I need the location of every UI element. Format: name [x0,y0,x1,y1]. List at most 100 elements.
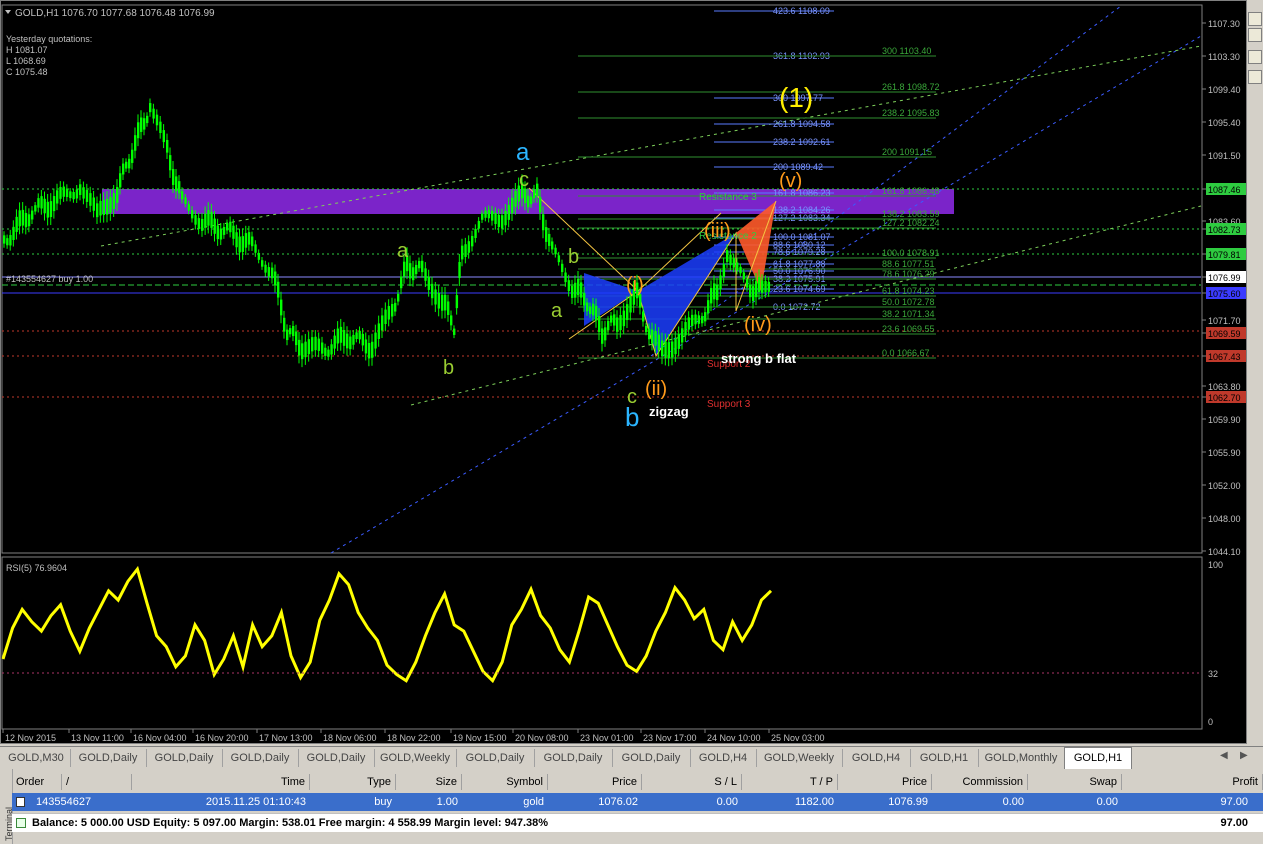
price-label: 1044.10 [1208,547,1241,557]
tab-gold-daily[interactable]: GOLD,Daily [534,749,613,767]
candle-body [548,233,551,246]
candle-body [24,212,28,228]
candle-body [137,122,140,139]
tab-gold-m30[interactable]: GOLD,M30 [2,749,71,767]
tabs-scroll-right-icon[interactable]: ▶ [1240,750,1248,761]
candle-body [336,328,340,344]
tab-gold-weekly[interactable]: GOLD,Weekly [756,749,843,767]
balance-row: Balance: 5 000.00 USD Equity: 5 097.00 M… [12,813,1263,832]
candle-body [324,347,327,356]
order-row[interactable]: 143554627 2015.11.25 01:10:43 buy 1.00 gold 1… [12,793,1263,811]
fib-blue-label: 423.6 1108.09 [773,6,830,16]
order-cell-size: 1.00 [436,796,458,808]
tab-gold-daily[interactable]: GOLD,Daily [298,749,375,767]
chart-menu-icon[interactable] [5,10,11,14]
candle-body [146,115,149,124]
price-chart[interactable]: 423.6 1108.09361.8 1102.93300 1097.77261… [1,1,1246,743]
column-header-2[interactable]: Time [132,774,310,790]
candle-body [421,260,424,273]
order-line-label[interactable]: #143554627 buy 1.00 [6,274,93,284]
candle-body [704,312,707,322]
fib-levels-blue: 423.6 1108.09361.8 1102.93300 1097.77261… [714,6,834,312]
candle-body [119,173,122,188]
candle-body [667,342,671,359]
candle-body [280,299,283,316]
tab-gold-daily[interactable]: GOLD,Daily [70,749,147,767]
fib-green-label: 38.2 1071.34 [882,309,935,319]
candle-body [607,320,610,331]
balance-text: Balance: 5 000.00 USD Equity: 5 097.00 M… [32,817,549,829]
tab-gold-h4[interactable]: GOLD,H4 [690,749,757,767]
order-cell-profit: 97.00 [1220,796,1248,808]
price-label: 1079.81 [1208,250,1241,260]
candle-body [34,205,37,212]
column-header-7[interactable]: S / L [642,774,742,790]
candle-body [140,117,143,132]
candle-body [533,189,536,199]
toolbar-button-4[interactable] [1248,70,1262,84]
candle-body [739,266,742,274]
candle-body [511,197,514,214]
candle-body [349,336,352,350]
rsi-scale-100: 100 [1208,560,1223,570]
column-header-4[interactable]: Size [396,774,462,790]
candle-body [431,283,434,299]
candle-body [342,330,346,346]
candle-body [82,187,85,199]
toolbar-button-2[interactable] [1248,28,1262,42]
column-header-1[interactable]: / [62,774,132,790]
column-header-8[interactable]: T / P [742,774,838,790]
tab-gold-monthly[interactable]: GOLD,Monthly [978,749,1065,767]
candle-body [204,213,207,228]
candle-body [216,225,220,240]
candle-body [610,315,613,323]
chart-window[interactable]: 423.6 1108.09 361.8 1102.93 300 1097.77 261… [0,0,1247,744]
column-header-9[interactable]: Price [838,774,932,790]
time-axis: 12 Nov 2015 13 Nov 11:00 16 Nov 04:00 16 No… [2,729,825,743]
toolbar-button-3[interactable] [1248,50,1262,64]
order-cell-commission: 0.00 [1002,796,1024,808]
price-label: 1107.30 [1208,19,1240,29]
tab-gold-h4[interactable]: GOLD,H4 [842,749,911,767]
candle-body [629,296,632,313]
column-header-3[interactable]: Type [310,774,396,790]
column-header-11[interactable]: Swap [1028,774,1122,790]
candle-body [295,331,298,346]
time-label: 25 Nov 03:00 [771,733,825,743]
tab-gold-h1[interactable]: GOLD,H1 [1064,747,1132,769]
candle-body [52,196,56,212]
tab-gold-daily[interactable]: GOLD,Daily [222,749,299,767]
candle-body [467,241,471,253]
order-cell-current-price: 1076.99 [888,796,928,808]
price-label: 1099.40 [1208,85,1241,95]
candle-body [616,317,619,332]
support-3-label: Support 3 [707,399,751,410]
candle-body [21,209,25,226]
tab-gold-daily[interactable]: GOLD,Daily [612,749,691,767]
time-label: 20 Nov 08:00 [515,733,569,743]
price-label: 1055.90 [1208,448,1241,458]
column-header-6[interactable]: Price [548,774,642,790]
candle-body [412,267,415,281]
candle-body [292,325,295,337]
candle-body [89,193,92,206]
toolbar-button-1[interactable] [1248,12,1262,26]
rsi-line [1,565,773,684]
candle-body [681,328,684,343]
column-header-0[interactable]: Order [12,774,62,790]
tabs-scroll-left-icon[interactable]: ◀ [1220,750,1228,761]
wave-label-i: (i) [626,274,644,296]
column-header-5[interactable]: Symbol [462,774,548,790]
column-header-10[interactable]: Commission [932,774,1028,790]
yesterday-close: C 1075.48 [6,67,48,77]
tab-gold-daily[interactable]: GOLD,Daily [146,749,223,767]
column-header-12[interactable]: Profit [1122,774,1263,790]
candle-body [352,334,355,345]
candle-body [461,245,464,260]
tab-gold-h1[interactable]: GOLD,H1 [910,749,979,767]
tab-gold-daily[interactable]: GOLD,Daily [456,749,535,767]
candle-body [178,181,181,194]
candle-body [181,191,184,200]
tab-gold-weekly[interactable]: GOLD,Weekly [374,749,457,767]
candle-body [381,315,384,331]
